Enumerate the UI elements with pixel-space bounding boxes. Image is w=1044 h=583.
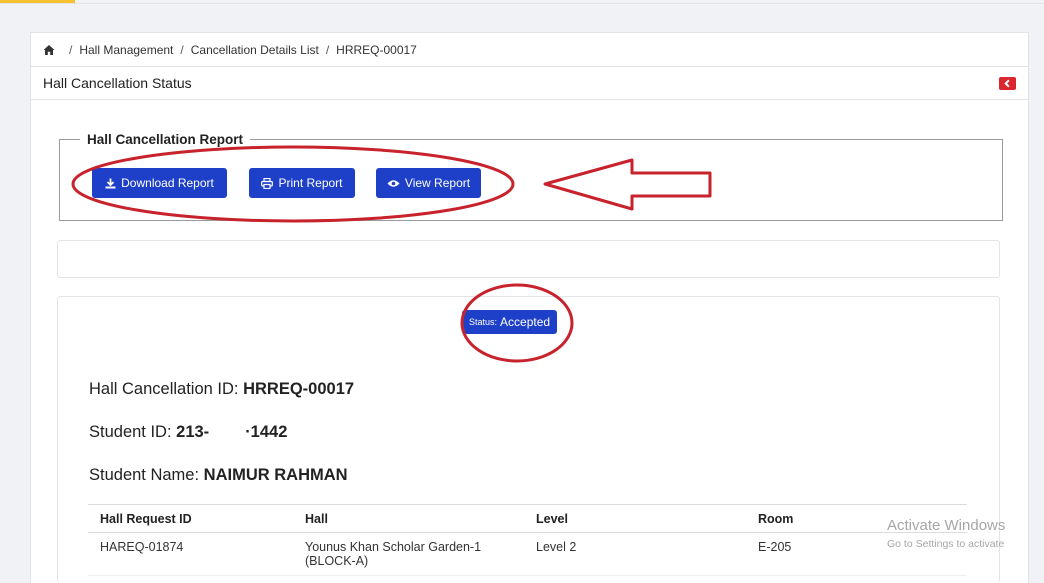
page-header: Hall Cancellation Status (30, 66, 1029, 100)
download-report-label: Download Report (121, 176, 214, 190)
cell-hall: Younus Khan Scholar Garden-1 (BLOCK-A) (293, 532, 524, 576)
watermark-subtitle: Go to Settings to activate (887, 538, 1005, 550)
breadcrumb-current: HRREQ-00017 (336, 42, 417, 57)
eye-icon (387, 179, 400, 187)
cell-level: Level 2 (524, 532, 746, 576)
cancellation-id-line: Hall Cancellation ID: HRREQ-00017 (89, 380, 354, 399)
student-id-suffix: ·1442 (245, 423, 288, 441)
download-icon (105, 178, 116, 188)
breadcrumb-separator: / (69, 42, 73, 57)
breadcrumb: / Hall Management / Cancellation Details… (30, 32, 1029, 66)
cancellation-id-label: Hall Cancellation ID: (89, 380, 239, 398)
home-icon[interactable] (43, 44, 55, 56)
report-legend: Hall Cancellation Report (87, 132, 244, 147)
header-hall-request-id: Hall Request ID (88, 504, 293, 533)
table-header-row: Hall Request ID Hall Level Room (88, 504, 967, 533)
empty-panel (57, 240, 1000, 278)
header-hall: Hall (293, 504, 524, 533)
status-badge: Status: Accepted (462, 310, 558, 334)
student-id-label: Student ID: (89, 423, 172, 441)
header-level: Level (524, 504, 746, 533)
status-value: Accepted (500, 315, 551, 329)
student-id-prefix: 213- (176, 423, 210, 441)
top-divider (0, 3, 1044, 4)
student-name-label: Student Name: (89, 466, 200, 484)
print-report-label: Print Report (278, 176, 343, 190)
arrow-left-icon (1004, 79, 1010, 87)
status-label: Status: (469, 317, 498, 327)
table-row: HAREQ-01874 Younus Khan Scholar Garden-1… (88, 532, 967, 576)
print-icon (261, 177, 274, 189)
student-name-line: Student Name: NAIMUR RAHMAN (89, 466, 348, 485)
cell-hall-request-id: HAREQ-01874 (88, 532, 293, 576)
windows-watermark: Activate Windows Go to Settings to activ… (887, 517, 1005, 550)
hall-request-table: Hall Request ID Hall Level Room HAREQ-01… (88, 504, 967, 576)
page-title: Hall Cancellation Status (43, 75, 192, 91)
watermark-title: Activate Windows (887, 517, 1006, 534)
download-report-button[interactable]: Download Report (92, 168, 227, 198)
student-id-line: Student ID: 213- ·1442 (89, 423, 287, 442)
cancellation-id-value: HRREQ-00017 (243, 380, 355, 398)
student-name-value: NAIMUR RAHMAN (203, 466, 348, 484)
view-report-button[interactable]: View Report (376, 168, 481, 198)
breadcrumb-separator: / (325, 42, 330, 57)
breadcrumb-cancellation-list[interactable]: Cancellation Details List (191, 43, 319, 57)
breadcrumb-separator: / (180, 42, 184, 57)
print-report-button[interactable]: Print Report (249, 168, 355, 198)
breadcrumb-hall-management[interactable]: Hall Management (79, 43, 173, 57)
view-report-label: View Report (404, 176, 471, 190)
back-button[interactable] (999, 76, 1016, 90)
